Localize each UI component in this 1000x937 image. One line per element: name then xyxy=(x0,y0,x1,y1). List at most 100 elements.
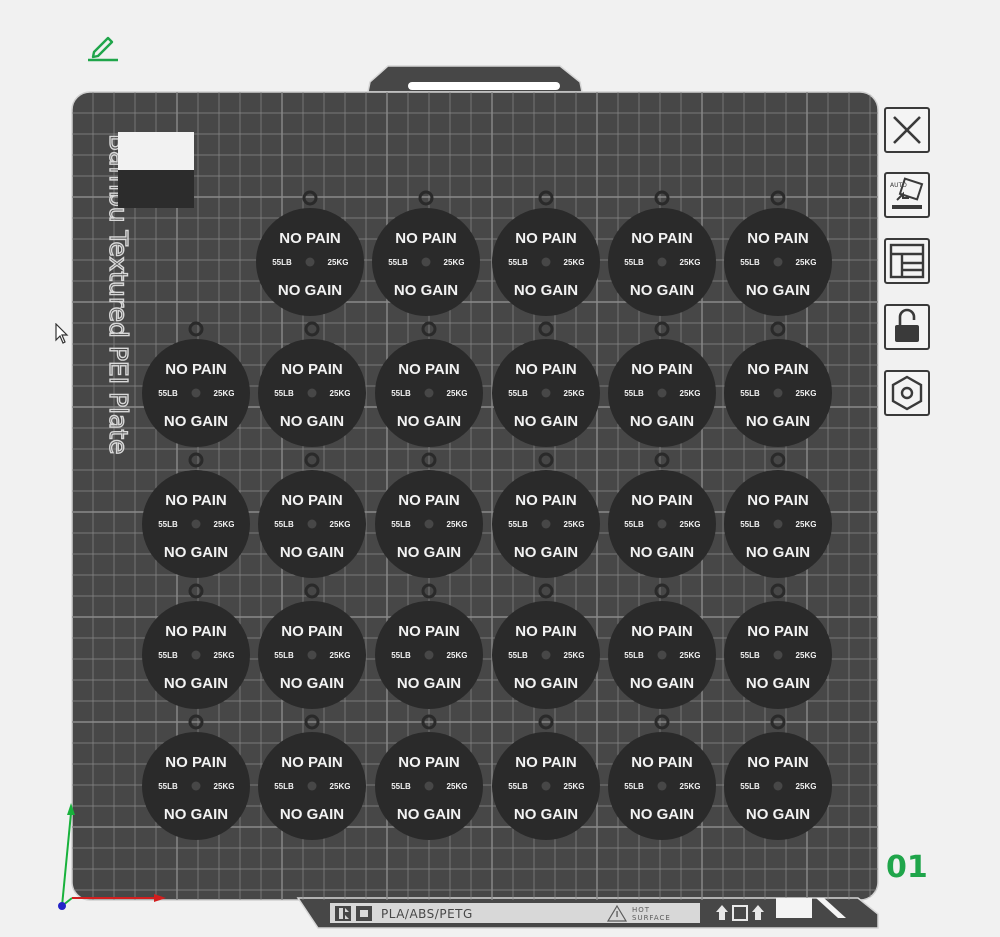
warning-label-hot: HOT xyxy=(632,906,650,914)
medallion-right-text: 25KG xyxy=(214,782,235,791)
medallion-bottom-text: NO GAIN xyxy=(514,675,578,692)
arrange-button[interactable] xyxy=(884,238,930,284)
medallion-top-text: NO PAIN xyxy=(395,230,456,247)
medallion-top-text: NO PAIN xyxy=(281,754,342,771)
medallion-bottom-text: NO GAIN xyxy=(397,806,461,823)
svg-text:AUTO: AUTO xyxy=(890,182,907,189)
medallion-right-text: 25KG xyxy=(214,520,235,529)
medallion-right-text: 25KG xyxy=(330,389,351,398)
warning-label-surface: SURFACE xyxy=(632,914,671,922)
medallion-right-text: 25KG xyxy=(680,389,701,398)
medallion-bottom-text: NO GAIN xyxy=(514,806,578,823)
medallion-bottom-text: NO GAIN xyxy=(397,675,461,692)
medallion-top-text: NO PAIN xyxy=(747,754,808,771)
medallion-left-text: 55LB xyxy=(740,651,760,660)
medallion-left-text: 55LB xyxy=(391,520,411,529)
medallion-bottom-text: NO GAIN xyxy=(397,413,461,430)
medallion-bottom-text: NO GAIN xyxy=(164,675,228,692)
medallion-bottom-text: NO GAIN xyxy=(746,282,810,299)
medallion-right-text: 25KG xyxy=(680,782,701,791)
medallion-hole xyxy=(307,781,317,791)
medallion-left-text: 55LB xyxy=(158,520,178,529)
medallion-bottom-text: NO GAIN xyxy=(630,544,694,561)
medallion-hole xyxy=(191,650,201,660)
medallion-hole xyxy=(773,388,783,398)
medallion-right-text: 25KG xyxy=(680,258,701,267)
unlocked-padlock-icon xyxy=(895,308,919,342)
medallion-right-text: 25KG xyxy=(564,520,585,529)
medallion-left-text: 55LB xyxy=(740,520,760,529)
medallion-right-text: 25KG xyxy=(328,258,349,267)
hex-nut-icon xyxy=(891,375,923,411)
medallion-left-text: 55LB xyxy=(740,782,760,791)
medallion-right-text: 25KG xyxy=(330,651,351,660)
medallion-left-text: 55LB xyxy=(508,520,528,529)
medallion-hole xyxy=(424,650,434,660)
medallion-hole xyxy=(191,388,201,398)
medallion-bottom-text: NO GAIN xyxy=(280,544,344,561)
medallion-right-text: 25KG xyxy=(564,651,585,660)
build-plate-viewport[interactable]: Bambu Textured PEI Plate NO PAINNO GAIN5… xyxy=(0,0,1000,937)
medallion-bottom-text: NO GAIN xyxy=(514,282,578,299)
medallion-top-text: NO PAIN xyxy=(747,623,808,640)
material-label: PLA/ABS/PETG xyxy=(381,907,473,921)
medallion-left-text: 55LB xyxy=(391,389,411,398)
medallion-left-text: 55LB xyxy=(508,651,528,660)
medallion-left-text: 55LB xyxy=(388,258,408,267)
medallion-left-text: 55LB xyxy=(624,651,644,660)
medallion-top-text: NO PAIN xyxy=(281,492,342,509)
auto-orient-button[interactable]: AUTO xyxy=(884,172,930,218)
medallion-right-text: 25KG xyxy=(564,389,585,398)
medallion-top-text: NO PAIN xyxy=(165,754,226,771)
medallion-top-text: NO PAIN xyxy=(515,361,576,378)
medallion-bottom-text: NO GAIN xyxy=(280,806,344,823)
medallion-bottom-text: NO GAIN xyxy=(746,675,810,692)
medallion-left-text: 55LB xyxy=(624,520,644,529)
medallion-top-text: NO PAIN xyxy=(165,623,226,640)
medallion-bottom-text: NO GAIN xyxy=(514,413,578,430)
medallion-hole xyxy=(541,781,551,791)
medallion-bottom-text: NO GAIN xyxy=(278,282,342,299)
medallion-hole xyxy=(657,388,667,398)
medallion-top-text: NO PAIN xyxy=(281,361,342,378)
medallion-hole xyxy=(307,519,317,529)
filament-swatch-black xyxy=(118,170,194,208)
medallion-right-text: 25KG xyxy=(214,651,235,660)
medallion-bottom-text: NO GAIN xyxy=(280,675,344,692)
medallion-right-text: 25KG xyxy=(680,651,701,660)
medallion-bottom-text: NO GAIN xyxy=(746,806,810,823)
medallion-bottom-text: NO GAIN xyxy=(164,806,228,823)
medallion-right-text: 25KG xyxy=(796,258,817,267)
medallion-left-text: 55LB xyxy=(391,782,411,791)
medallion-top-text: NO PAIN xyxy=(747,361,808,378)
medallion-hole xyxy=(305,257,315,267)
medallion-bottom-text: NO GAIN xyxy=(164,413,228,430)
medallion-left-text: 55LB xyxy=(274,520,294,529)
medallion-bottom-text: NO GAIN xyxy=(746,413,810,430)
edit-pencil-icon[interactable] xyxy=(86,30,120,62)
medallion-hole xyxy=(424,781,434,791)
medallion-hole xyxy=(541,650,551,660)
medallion-top-text: NO PAIN xyxy=(165,492,226,509)
medallion-left-text: 55LB xyxy=(740,258,760,267)
plate-settings-button[interactable] xyxy=(884,370,930,416)
medallion-hole xyxy=(541,519,551,529)
medallion-right-text: 25KG xyxy=(680,520,701,529)
lock-button[interactable] xyxy=(884,304,930,350)
close-button[interactable] xyxy=(884,107,930,153)
medallion-top-text: NO PAIN xyxy=(279,230,340,247)
axis-origin-icon xyxy=(58,902,66,910)
medallion-left-text: 55LB xyxy=(508,389,528,398)
plate-number[interactable]: 01 xyxy=(886,850,928,885)
medallion-right-text: 25KG xyxy=(330,782,351,791)
medallion-hole xyxy=(191,781,201,791)
medallion-hole xyxy=(773,257,783,267)
medallion-top-text: NO PAIN xyxy=(631,230,692,247)
plate-corner-mark xyxy=(776,898,812,918)
medallion-right-text: 25KG xyxy=(796,520,817,529)
medallion-hole xyxy=(541,388,551,398)
filament-swatch-white xyxy=(118,132,194,170)
bambu-logo-icon xyxy=(335,906,351,921)
medallion-hole xyxy=(307,388,317,398)
medallion-top-text: NO PAIN xyxy=(398,361,459,378)
